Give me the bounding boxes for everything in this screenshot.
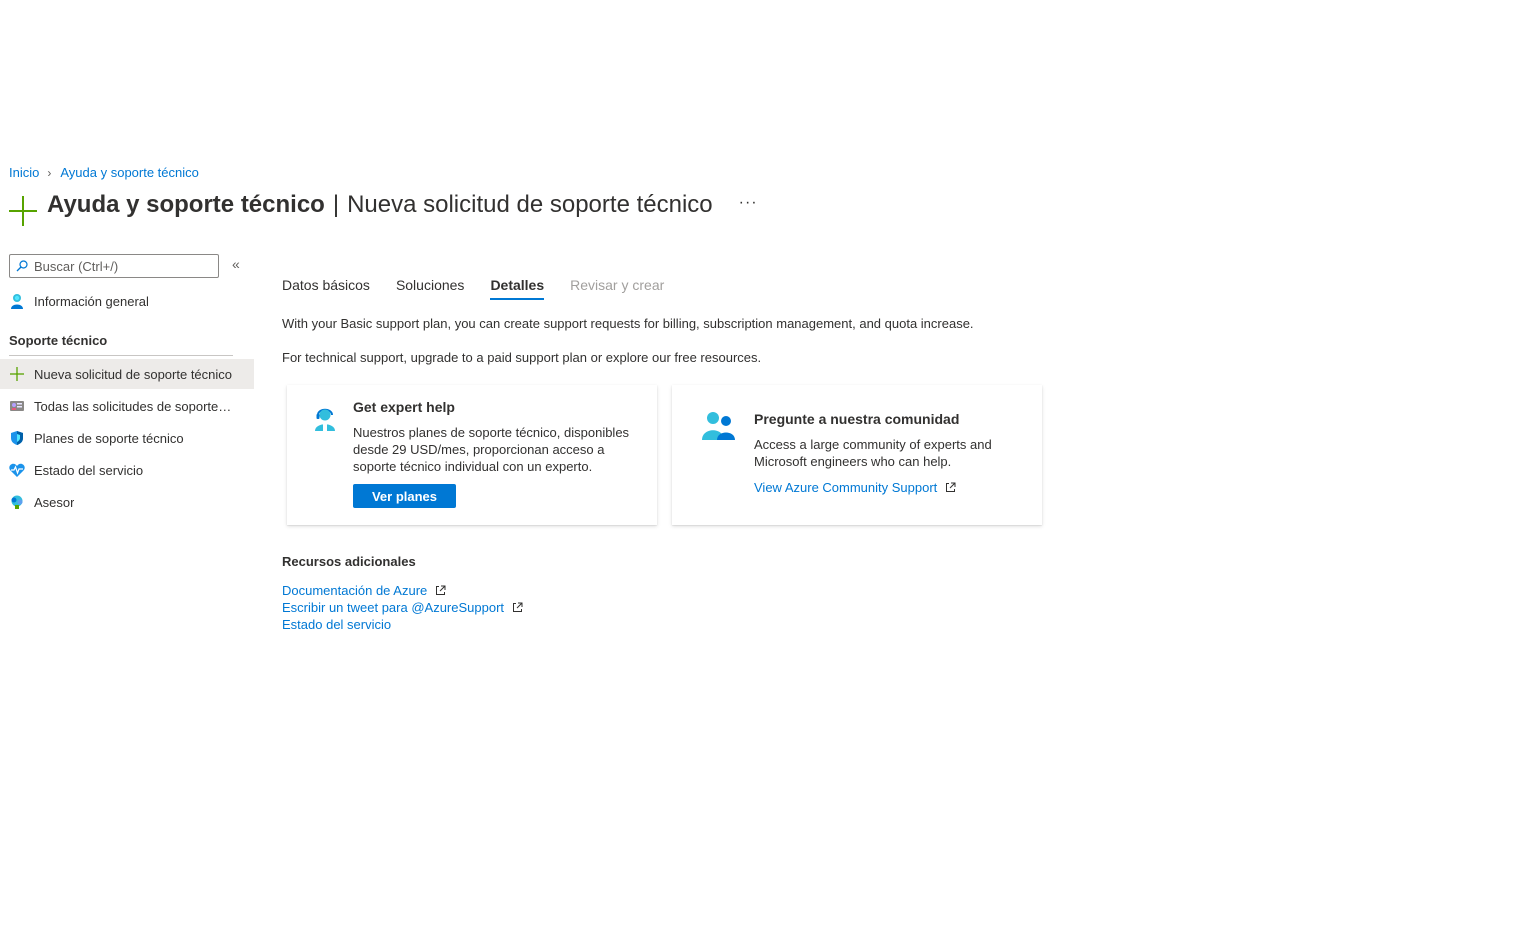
community-support-link[interactable]: View Azure Community Support: [754, 480, 956, 495]
expert-help-card: Get expert help Nuestros planes de sopor…: [287, 385, 657, 525]
shield-icon: [9, 430, 25, 446]
community-card: Pregunte a nuestra comunidad Access a la…: [672, 385, 1042, 525]
card-title: Get expert help: [353, 399, 455, 415]
link-label: Documentación de Azure: [282, 583, 428, 598]
external-link-icon: [946, 482, 956, 492]
link-label: Escribir un tweet para @AzureSupport: [282, 600, 505, 615]
collapse-sidebar-button[interactable]: «: [232, 256, 240, 272]
wizard-tabs: Datos básicos Soluciones Detalles Revisa…: [282, 277, 690, 300]
sidebar-item-new-request[interactable]: Nueva solicitud de soporte técnico: [0, 359, 254, 389]
card-title: Pregunte a nuestra comunidad: [754, 411, 960, 427]
advisor-icon: [9, 494, 25, 510]
chevron-right-icon: ›: [47, 165, 52, 180]
view-plans-button[interactable]: Ver planes: [353, 484, 456, 508]
external-link-icon: [436, 585, 446, 595]
sidebar-item-label: Estado del servicio: [34, 462, 144, 478]
page-header: Ayuda y soporte técnico | Nueva solicitu…: [9, 190, 758, 226]
search-input[interactable]: [34, 258, 204, 274]
info-basic-plan: With your Basic support plan, you can cr…: [282, 316, 974, 331]
sidebar-item-label: Información general: [34, 293, 149, 309]
tab-detalles[interactable]: Detalles: [490, 277, 544, 300]
resources-links: Documentación de Azure Escribir un tweet…: [282, 582, 523, 633]
community-icon: [702, 412, 735, 440]
sidebar-item-all-requests[interactable]: Todas las solicitudes de soporte técnico: [0, 391, 254, 421]
tab-revisar-y-crear: Revisar y crear: [570, 277, 665, 293]
sidebar-divider: [9, 355, 233, 356]
requests-icon: [9, 398, 25, 414]
page-subtitle: Nueva solicitud de soporte técnico: [347, 191, 713, 218]
sidebar-item-support-plans[interactable]: Planes de soporte técnico: [0, 423, 254, 453]
sidebar-item-label: Todas las solicitudes de soporte técnico: [34, 398, 234, 414]
sidebar-item-label: Planes de soporte técnico: [34, 430, 184, 446]
breadcrumb: Inicio › Ayuda y soporte técnico: [9, 165, 199, 180]
resources-title: Recursos adicionales: [282, 554, 416, 569]
card-description: Nuestros planes de soporte técnico, disp…: [353, 425, 630, 474]
service-health-link[interactable]: Estado del servicio: [282, 616, 523, 633]
sidebar-item-overview[interactable]: Información general: [0, 286, 254, 316]
card-description: Access a large community of experts and …: [754, 437, 992, 469]
azure-docs-link[interactable]: Documentación de Azure: [282, 582, 523, 599]
search-icon: [16, 260, 28, 272]
tweet-support-link[interactable]: Escribir un tweet para @AzureSupport: [282, 599, 523, 616]
info-technical-support: For technical support, upgrade to a paid…: [282, 350, 762, 365]
link-label: View Azure Community Support: [754, 480, 938, 495]
breadcrumb-inicio[interactable]: Inicio: [9, 165, 39, 180]
person-icon: [9, 293, 25, 309]
external-link-icon: [513, 602, 523, 612]
title-separator: |: [332, 191, 340, 218]
plus-icon: [9, 196, 37, 226]
tab-soluciones[interactable]: Soluciones: [396, 277, 465, 300]
sidebar-item-label: Nueva solicitud de soporte técnico: [34, 366, 233, 382]
heart-pulse-icon: [9, 462, 25, 478]
plus-icon: [9, 366, 25, 382]
sidebar-item-label: Asesor: [34, 494, 75, 510]
more-options-button[interactable]: ···: [739, 194, 758, 212]
link-label: Estado del servicio: [282, 617, 392, 632]
page-title: Ayuda y soporte técnico: [47, 191, 325, 218]
sidebar-item-advisor[interactable]: Asesor: [0, 487, 254, 517]
expert-icon: [315, 408, 335, 431]
search-box: [9, 254, 219, 278]
sidebar-section-title: Soporte técnico: [9, 333, 108, 348]
breadcrumb-ayuda[interactable]: Ayuda y soporte técnico: [60, 165, 199, 180]
tab-datos-basicos[interactable]: Datos básicos: [282, 277, 370, 300]
sidebar-item-service-health[interactable]: Estado del servicio: [0, 455, 254, 485]
